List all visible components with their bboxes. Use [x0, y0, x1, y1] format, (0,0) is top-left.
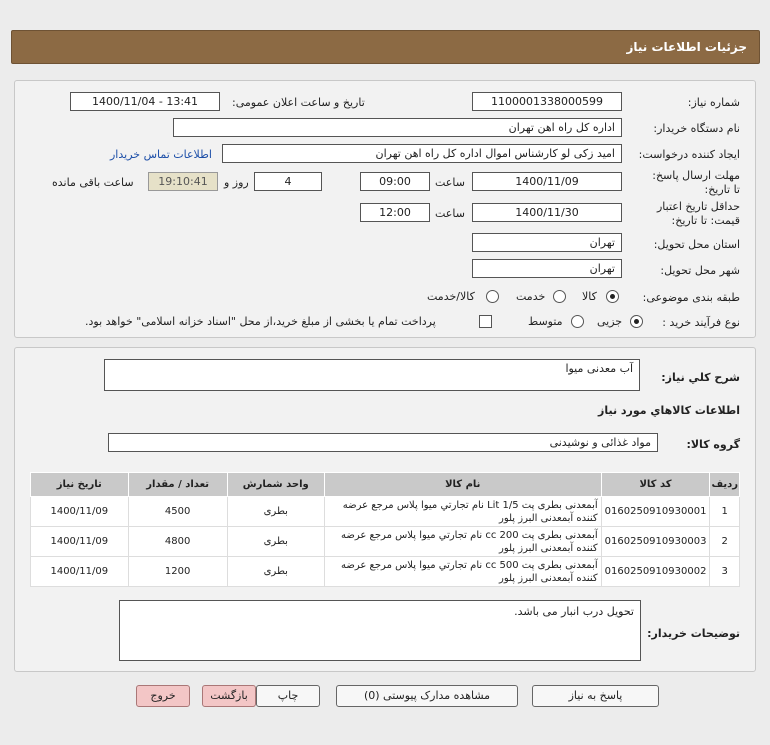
treasury-payment-note: پرداخت تمام یا بخشی از مبلغ خرید،از محل …	[85, 315, 436, 328]
reply-button[interactable]: پاسخ به نیاز	[532, 685, 659, 707]
page-title: جزئیات اطلاعات نیاز	[626, 40, 747, 54]
col-header-unit: واحد شمارش	[226, 472, 325, 497]
table-header-row: ردیف کد کالا نام کالا واحد شمارش تعداد /…	[30, 472, 740, 497]
process-radio-minor[interactable]	[630, 315, 643, 328]
city-field: تهران	[472, 259, 622, 278]
cell-name: آبمعدنی بطری پت cc 200 نام تجارتي میوا پ…	[323, 526, 602, 557]
category-radio-goods[interactable]	[606, 290, 619, 303]
creator-label: ایجاد کننده درخواست:	[638, 148, 740, 161]
buyer-notes-field: تحویل درب انبار می باشد.	[119, 600, 641, 661]
goods-info-title: اطلاعات کالاهاي مورد نياز	[598, 404, 740, 417]
cell-name: آبمعدنی بطری پت Lit 1/5 نام تجارتي میوا …	[323, 496, 602, 527]
cell-date: 1400/11/09	[30, 496, 129, 527]
goods-group-label: گروه کالا:	[686, 438, 740, 451]
cell-date: 1400/11/09	[30, 556, 129, 587]
category-option-goods-service: کالا/خدمت	[427, 290, 475, 303]
table-row: 3 0160250910930002 آبمعدنی بطری پت cc 50…	[30, 556, 740, 587]
need-number-field: 1100001338000599	[472, 92, 622, 111]
category-option-goods: کالا	[582, 290, 597, 303]
goods-table: ردیف کد کالا نام کالا واحد شمارش تعداد /…	[30, 472, 740, 587]
creator-field: امید زکی لو کارشناس اموال اداره کل راه ا…	[222, 144, 622, 163]
back-button[interactable]: بازگشت	[202, 685, 256, 707]
print-button[interactable]: چاپ	[256, 685, 320, 707]
cell-unit: بطری	[226, 496, 325, 527]
col-header-code: کد کالا	[600, 472, 711, 497]
buyer-org-label: نام دستگاه خریدار:	[653, 122, 740, 135]
province-field: تهران	[472, 233, 622, 252]
announce-label: تاریخ و ساعت اعلان عمومی:	[232, 96, 365, 109]
cell-code: 0160250910930003	[600, 526, 711, 557]
col-header-name: نام کالا	[323, 472, 602, 497]
cell-code: 0160250910930001	[600, 496, 711, 527]
cell-unit: بطری	[226, 556, 325, 587]
summary-label: شرح کلي نياز:	[661, 371, 740, 384]
category-radio-service[interactable]	[553, 290, 566, 303]
deadline-time-label: ساعت	[435, 176, 465, 189]
cell-code: 0160250910930002	[600, 556, 711, 587]
remaining-label: ساعت باقی مانده	[52, 176, 134, 189]
cell-row-no: 1	[709, 496, 740, 527]
category-radio-goods-service[interactable]	[486, 290, 499, 303]
buyer-contact-link[interactable]: اطلاعات تماس خریدار	[110, 148, 212, 161]
exit-button[interactable]: خروج	[136, 685, 190, 707]
table-row: 1 0160250910930001 آبمعدنی بطری پت Lit 1…	[30, 496, 740, 527]
deadline-label: مهلت ارسال پاسخ: تا تاریخ:	[652, 169, 740, 196]
category-label: طبقه بندی موضوعی:	[642, 291, 740, 304]
cell-qty: 1200	[127, 556, 228, 587]
cell-row-no: 2	[709, 526, 740, 557]
attachments-button[interactable]: مشاهده مدارک پیوستی (0)	[336, 685, 518, 707]
validity-time-label: ساعت	[435, 207, 465, 220]
process-radio-medium[interactable]	[571, 315, 584, 328]
cell-date: 1400/11/09	[30, 526, 129, 557]
cell-name: آبمعدنی بطری پت cc 500 نام تجارتي میوا پ…	[323, 556, 602, 587]
col-header-row-no: ردیف	[709, 472, 740, 497]
cell-row-no: 3	[709, 556, 740, 587]
need-number-label: شماره نیاز:	[687, 96, 740, 109]
table-row: 2 0160250910930003 آبمعدنی بطری پت cc 20…	[30, 526, 740, 557]
treasury-payment-checkbox[interactable]	[479, 315, 492, 328]
cell-qty: 4500	[127, 496, 228, 527]
buyer-org-field: اداره کل راه اهن تهران	[173, 118, 622, 137]
validity-date-field: 1400/11/30	[472, 203, 622, 222]
process-label: نوع فرآیند خرید :	[662, 316, 740, 329]
process-option-medium: متوسط	[528, 315, 563, 328]
days-label: روز و	[224, 176, 249, 189]
col-header-date: تاریخ نیاز	[30, 472, 129, 497]
summary-field: آب معدنی میوا	[104, 359, 640, 391]
remaining-time-field: 19:10:41	[148, 172, 218, 191]
page-header: جزئیات اطلاعات نیاز	[11, 30, 760, 64]
buyer-notes-label: توضیحات خریدار:	[647, 627, 740, 640]
col-header-qty: تعداد / مقدار	[127, 472, 228, 497]
announce-datetime-field: 1400/11/04 - 13:41	[70, 92, 220, 111]
goods-group-field: مواد غذائی و نوشیدنی	[108, 433, 658, 452]
city-label: شهر محل تحویل:	[660, 264, 740, 277]
days-field: 4	[254, 172, 322, 191]
cell-qty: 4800	[127, 526, 228, 557]
deadline-time-field: 09:00	[360, 172, 430, 191]
validity-time-field: 12:00	[360, 203, 430, 222]
cell-unit: بطری	[226, 526, 325, 557]
process-option-minor: جزیی	[597, 315, 623, 328]
validity-label: حداقل تاریخ اعتبار قیمت: تا تاریخ:	[656, 200, 740, 227]
deadline-date-field: 1400/11/09	[472, 172, 622, 191]
province-label: استان محل تحویل:	[653, 238, 740, 251]
category-option-service: خدمت	[516, 290, 546, 303]
